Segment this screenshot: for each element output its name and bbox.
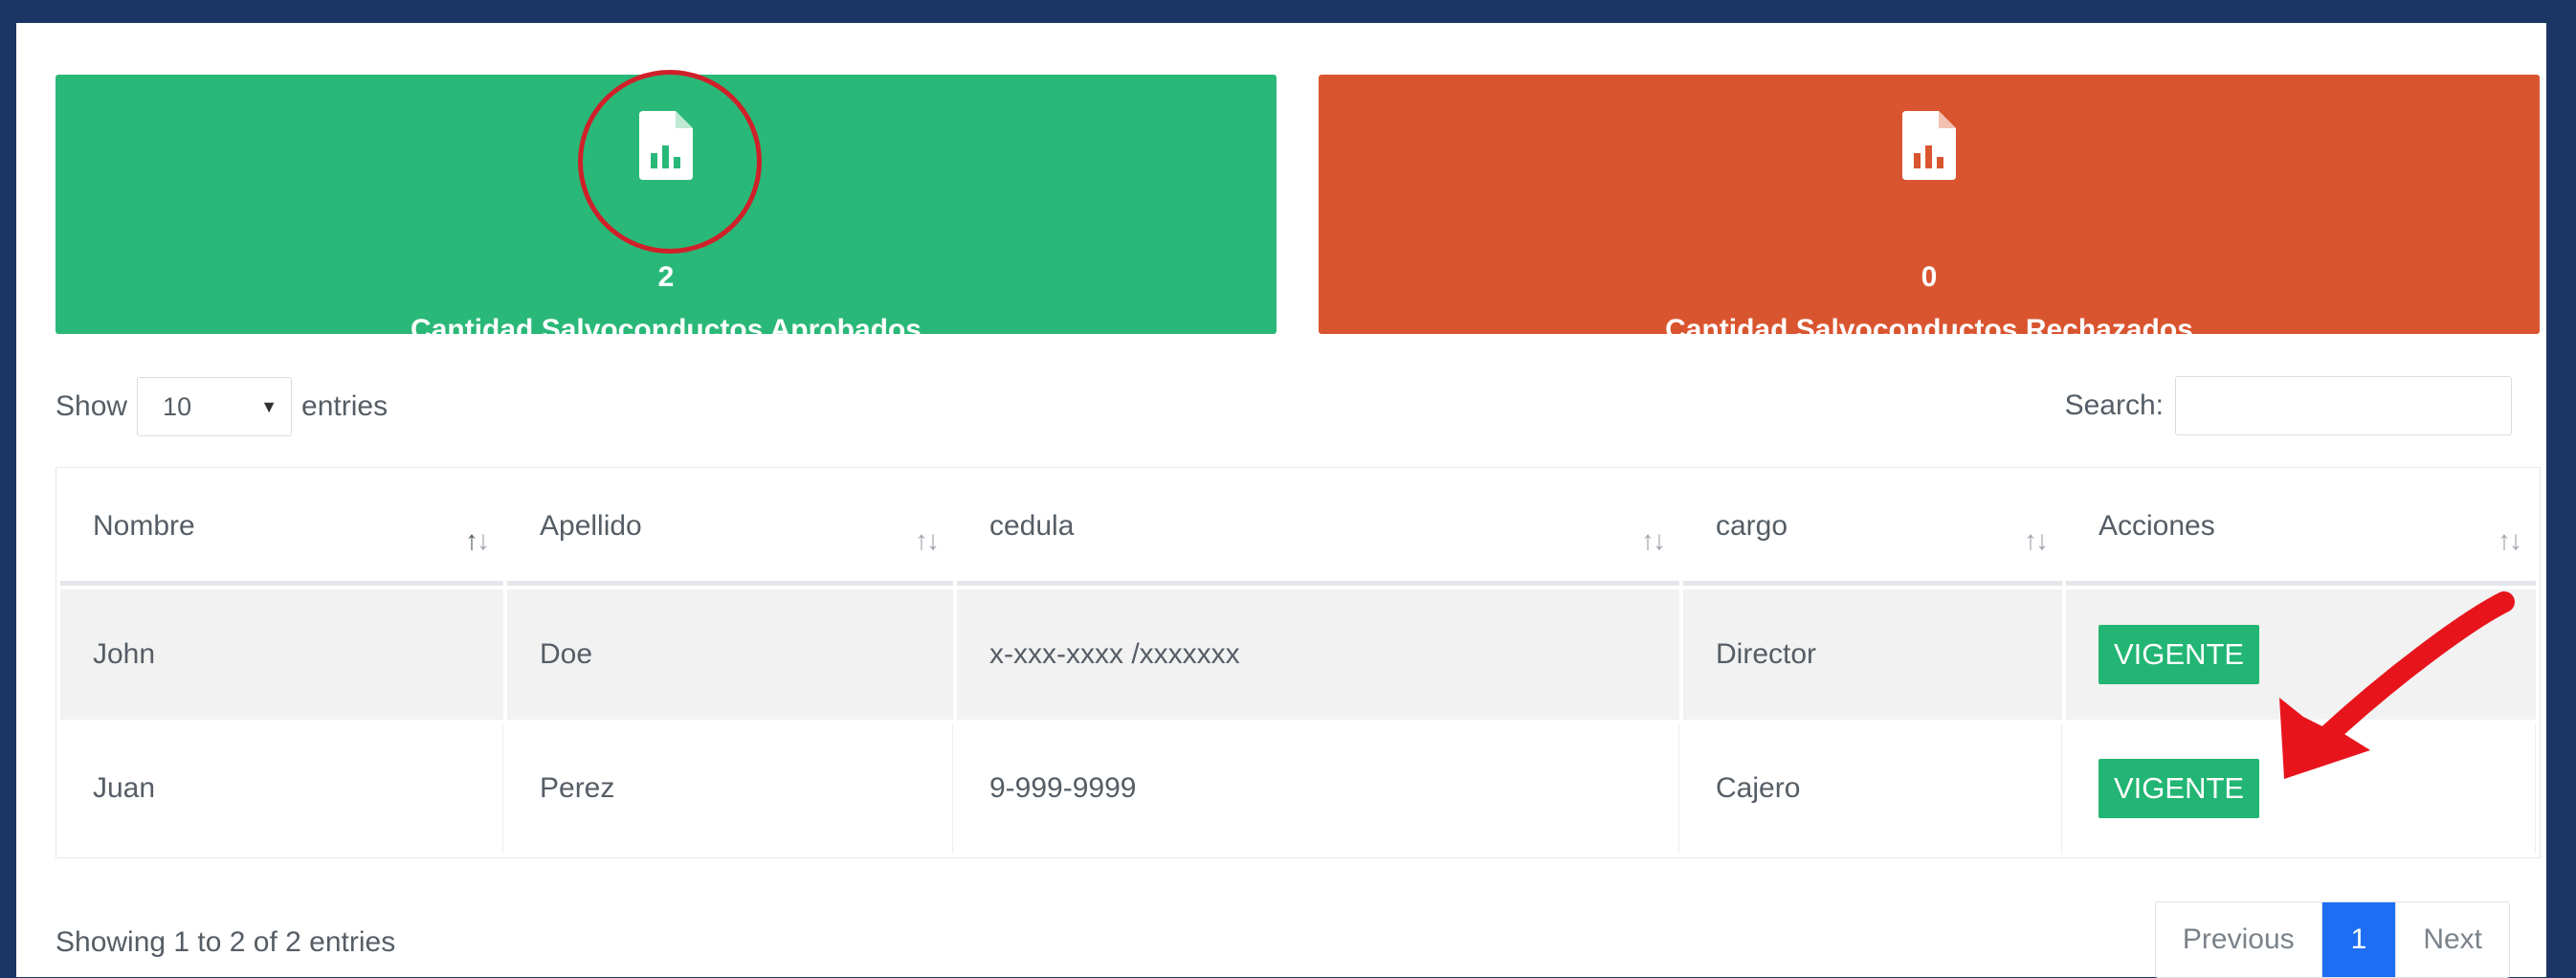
column-header-nombre[interactable]: Nombre ↑↓ — [60, 472, 503, 586]
data-table: Nombre ↑↓ Apellido ↑↓ cedula ↑↓ cargo ↑↓… — [56, 467, 2541, 858]
table-row: John Doe x-xxx-xxxx /xxxxxxx Director VI… — [60, 589, 2536, 720]
caret-down-icon: ▼ — [260, 396, 278, 416]
table-row: Juan Perez 9-999-9999 Cajero VIGENTE — [60, 723, 2536, 854]
content-panel: 2 Cantidad Salvoconductos Aprobados 0 Ca… — [16, 23, 2546, 978]
sort-icon: ↑↓ — [2024, 525, 2049, 555]
next-button[interactable]: Next — [2395, 902, 2509, 977]
sort-icon: ↑↓ — [915, 525, 940, 555]
approved-count: 2 — [657, 261, 675, 293]
rejected-count: 0 — [1921, 261, 1938, 293]
column-header-acciones[interactable]: Acciones ↑↓ — [2066, 472, 2536, 586]
search-label: Search: — [2064, 389, 2164, 421]
cell-nombre: Juan — [60, 723, 503, 854]
report-file-icon — [1902, 111, 1956, 180]
rejected-card: 0 Cantidad Salvoconductos Rechazados — [1319, 75, 2540, 345]
column-header-apellido[interactable]: Apellido ↑↓ — [507, 472, 953, 586]
cell-nombre: John — [60, 589, 503, 720]
entries-select-value: 10 — [163, 391, 192, 421]
length-control: Show 10 ▼ entries — [56, 377, 388, 436]
cell-cedula: 9-999-9999 — [957, 723, 1679, 854]
page-button-current[interactable]: 1 — [2321, 902, 2396, 977]
sort-icon: ↑↓ — [1641, 525, 1666, 555]
entries-select[interactable]: 10 ▼ — [137, 377, 293, 436]
cell-apellido: Doe — [507, 589, 953, 720]
sort-icon: ↑↓ — [2498, 525, 2522, 555]
cell-cedula: x-xxx-xxxx /xxxxxxx — [957, 589, 1679, 720]
sort-icon: ↑↓ — [465, 525, 490, 555]
column-header-cedula[interactable]: cedula ↑↓ — [957, 472, 1679, 586]
rejected-label: Cantidad Salvoconductos Rechazados — [1665, 314, 2193, 345]
annotation-circle — [578, 70, 762, 254]
previous-button[interactable]: Previous — [2156, 902, 2321, 977]
show-label: Show — [56, 390, 128, 422]
search-input[interactable] — [2175, 376, 2512, 435]
approved-label: Cantidad Salvoconductos Aprobados — [411, 314, 922, 345]
column-header-cargo[interactable]: cargo ↑↓ — [1683, 472, 2062, 586]
search-control: Search: — [2065, 376, 2512, 435]
cell-apellido: Perez — [507, 723, 953, 854]
pagination: Previous 1 Next — [2154, 901, 2510, 978]
cell-cargo: Cajero — [1683, 723, 2062, 854]
entries-label: entries — [301, 390, 389, 422]
annotation-arrow — [2279, 591, 2515, 779]
table-info: Showing 1 to 2 of 2 entries — [56, 926, 396, 958]
cell-cargo: Director — [1683, 589, 2062, 720]
table-header-row: Nombre ↑↓ Apellido ↑↓ cedula ↑↓ cargo ↑↓… — [60, 472, 2536, 586]
